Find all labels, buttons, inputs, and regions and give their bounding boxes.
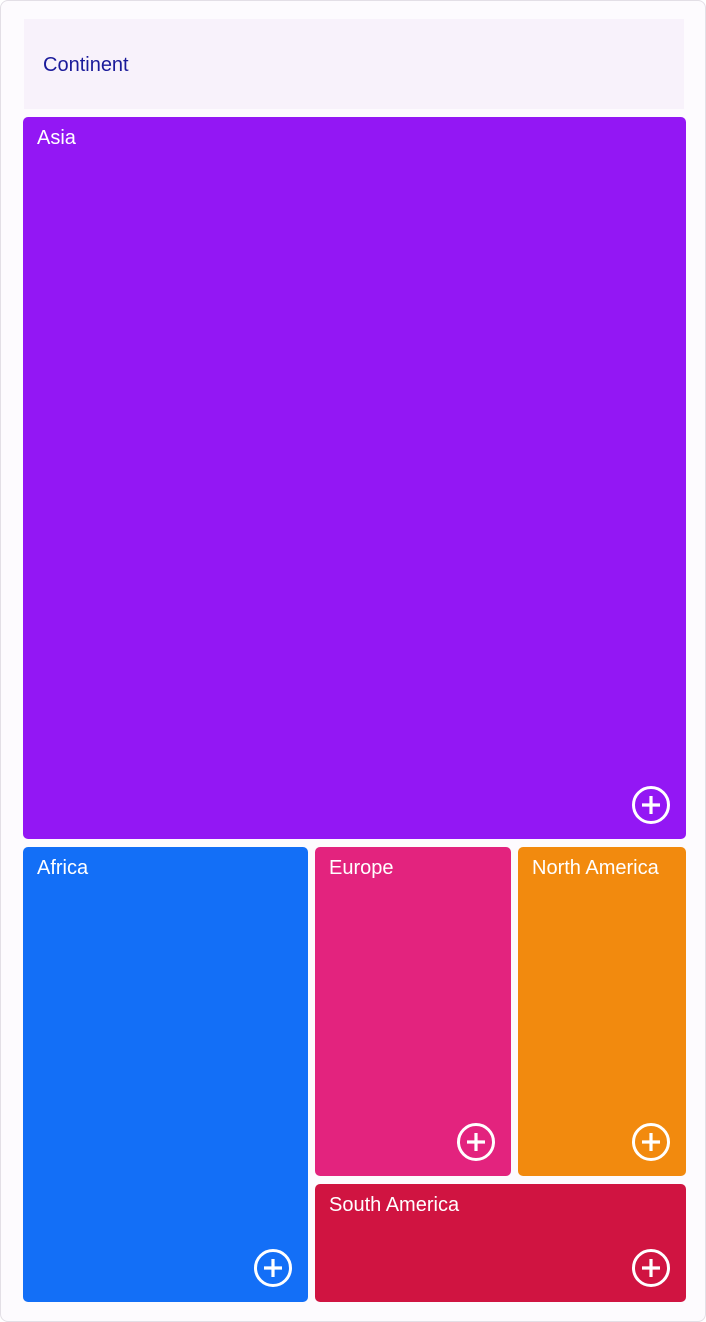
tile-north-america[interactable]: North America bbox=[518, 847, 686, 1176]
tile-africa[interactable]: Africa bbox=[23, 847, 308, 1302]
tile-label-asia: Asia bbox=[37, 127, 76, 149]
treemap-header: Continent bbox=[24, 19, 684, 109]
tile-europe[interactable]: Europe bbox=[315, 847, 511, 1176]
plus-circle-icon[interactable] bbox=[631, 1248, 671, 1288]
plus-circle-icon[interactable] bbox=[456, 1122, 496, 1162]
tile-label-south-america: South America bbox=[329, 1194, 460, 1216]
tile-label-north-america: North America bbox=[532, 857, 659, 879]
plus-circle-icon[interactable] bbox=[253, 1248, 293, 1288]
plus-circle-icon[interactable] bbox=[631, 785, 671, 825]
tile-label-africa: Africa bbox=[37, 857, 89, 879]
tile-label-europe: Europe bbox=[329, 857, 394, 879]
header-title: Continent bbox=[43, 54, 129, 76]
tile-south-america[interactable]: South America bbox=[315, 1184, 686, 1302]
treemap-card: Continent Asia Africa Europe North Ameri… bbox=[0, 0, 706, 1322]
plus-circle-icon[interactable] bbox=[631, 1122, 671, 1162]
tile-asia[interactable]: Asia bbox=[23, 117, 686, 839]
